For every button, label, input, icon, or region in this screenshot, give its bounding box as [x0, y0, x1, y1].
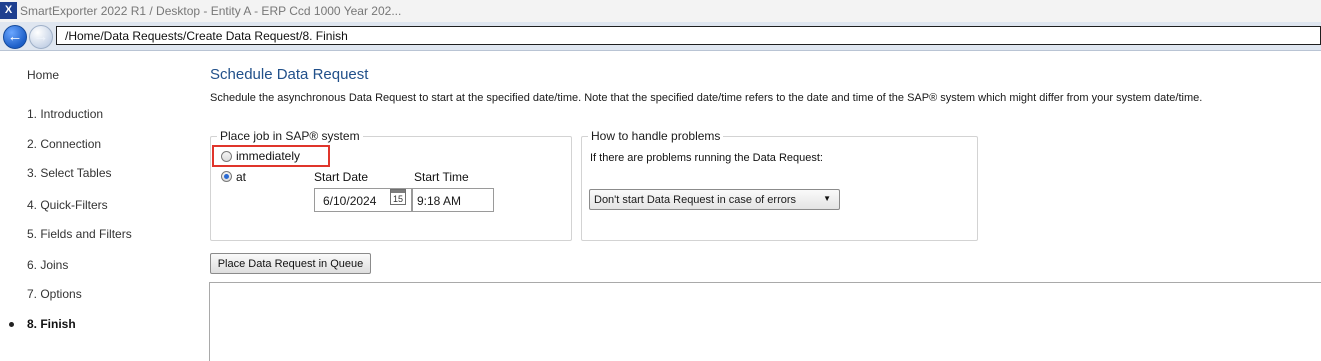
calendar-icon[interactable]: 15	[390, 189, 406, 205]
sidebar-item-finish[interactable]: 8. Finish	[27, 317, 76, 331]
error-handling-select[interactable]: Don't start Data Request in case of erro…	[589, 189, 840, 210]
sidebar-item-quick-filters[interactable]: 4. Quick-Filters	[27, 198, 108, 212]
window-title: SmartExporter 2022 R1 / Desktop - Entity…	[20, 4, 402, 18]
forward-arrow-icon[interactable]: →	[29, 25, 53, 49]
sidebar-item-connection[interactable]: 2. Connection	[27, 137, 101, 151]
smartexporter-icon: X	[0, 2, 17, 19]
immediately-label[interactable]: immediately	[236, 149, 300, 163]
place-job-legend: Place job in SAP® system	[217, 129, 363, 143]
error-handling-value: Don't start Data Request in case of erro…	[594, 194, 797, 206]
active-step-bullet	[9, 322, 14, 327]
sidebar-item-fields-and-filters[interactable]: 5. Fields and Filters	[27, 227, 132, 241]
address-path: /Home/Data Requests/Create Data Request/…	[65, 29, 348, 43]
output-log-area[interactable]	[209, 282, 1321, 361]
dropdown-arrow-icon: ▼	[823, 194, 831, 203]
sidebar-item-introduction[interactable]: 1. Introduction	[27, 107, 103, 121]
title-bar: X SmartExporter 2022 R1 / Desktop - Enti…	[0, 0, 1321, 23]
page-description: Schedule the asynchronous Data Request t…	[210, 92, 1203, 104]
back-arrow-icon[interactable]: ←	[3, 25, 27, 49]
place-in-queue-button[interactable]: Place Data Request in Queue	[210, 253, 371, 274]
start-date-value: 6/10/2024	[323, 194, 377, 208]
at-radio[interactable]	[221, 171, 232, 182]
start-time-field[interactable]: 9:18 AM	[412, 188, 494, 212]
wizard-sidebar: Home 1. Introduction 2. Connection 3. Se…	[0, 51, 200, 361]
sidebar-item-home[interactable]: Home	[27, 68, 59, 82]
problems-legend: How to handle problems	[588, 129, 724, 143]
navigation-bar: ← → /Home/Data Requests/Create Data Requ…	[0, 22, 1321, 51]
immediately-radio[interactable]	[221, 151, 232, 162]
sidebar-item-options[interactable]: 7. Options	[27, 287, 82, 301]
start-time-value: 9:18 AM	[417, 194, 462, 208]
page-title: Schedule Data Request	[210, 66, 369, 83]
start-time-label: Start Time	[414, 170, 469, 184]
problems-description: If there are problems running the Data R…	[590, 152, 823, 164]
address-bar[interactable]: /Home/Data Requests/Create Data Request/…	[56, 26, 1321, 45]
sidebar-item-select-tables[interactable]: 3. Select Tables	[27, 166, 112, 180]
start-date-label: Start Date	[314, 170, 369, 184]
at-label[interactable]: at	[236, 170, 246, 184]
sidebar-item-joins[interactable]: 6. Joins	[27, 258, 68, 272]
